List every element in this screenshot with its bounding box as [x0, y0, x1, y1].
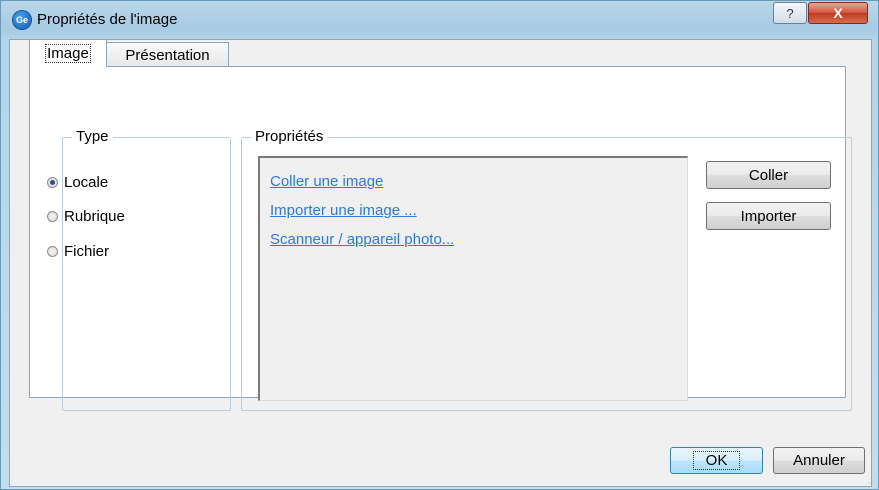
link-import-image[interactable]: Importer une image ...	[270, 202, 417, 219]
radio-locale[interactable]: Locale	[47, 174, 108, 191]
ok-button-label: OK	[692, 451, 741, 470]
type-legend: Type	[72, 128, 113, 145]
properties-legend: Propriétés	[251, 128, 328, 145]
close-icon: X	[833, 5, 843, 21]
title-bar[interactable]: Ge Propriétés de l'image ? X	[1, 1, 878, 39]
paste-button-label: Coller	[748, 166, 789, 184]
app-logo-icon: Ge	[13, 11, 31, 29]
cancel-button-label: Annuler	[793, 452, 845, 469]
radio-rubrique-label: Rubrique	[64, 208, 125, 225]
paste-button[interactable]: Coller	[706, 161, 831, 189]
tab-image[interactable]: Image	[29, 39, 107, 67]
window-title: Propriétés de l'image	[37, 11, 178, 28]
resize-grip-icon[interactable]: ⋰	[866, 477, 876, 487]
radio-unchecked-icon[interactable]	[47, 246, 58, 257]
cancel-button[interactable]: Annuler	[773, 447, 865, 474]
tab-presentation-label: Présentation	[125, 46, 210, 64]
import-button[interactable]: Importer	[706, 202, 831, 230]
radio-checked-icon[interactable]	[47, 177, 58, 188]
help-button[interactable]: ?	[773, 2, 807, 24]
radio-fichier-label: Fichier	[64, 243, 110, 260]
link-paste-image[interactable]: Coller une image	[270, 173, 383, 190]
radio-fichier[interactable]: Fichier	[47, 243, 109, 260]
link-scanner-camera[interactable]: Scanneur / appareil photo...	[270, 231, 454, 248]
ok-button[interactable]: OK	[670, 447, 763, 474]
import-button-label: Importer	[740, 207, 797, 225]
actions-listbox[interactable]: Coller une image Importer une image ... …	[258, 156, 688, 401]
tab-presentation[interactable]: Présentation	[107, 42, 229, 67]
tab-image-label: Image	[45, 44, 91, 63]
help-icon: ?	[786, 5, 794, 21]
dialog-window: Ge Propriétés de l'image ? X Image Prése…	[0, 0, 879, 490]
radio-unchecked-icon[interactable]	[47, 211, 58, 222]
close-button[interactable]: X	[808, 2, 868, 24]
radio-locale-label: Locale	[64, 174, 109, 191]
radio-rubrique[interactable]: Rubrique	[47, 208, 125, 225]
